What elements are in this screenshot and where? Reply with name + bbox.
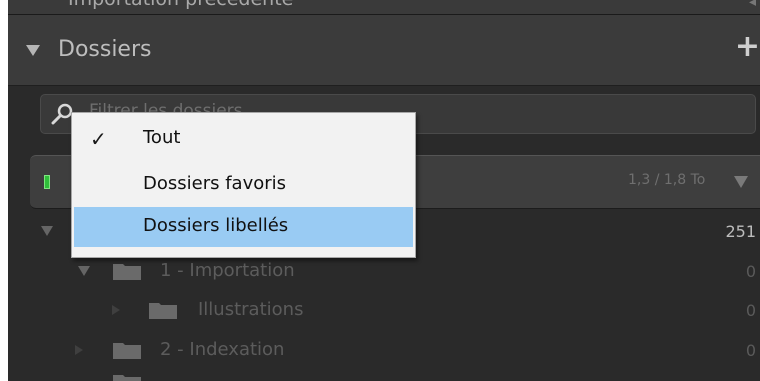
previous-import-header[interactable]: Importation précédente ◂ bbox=[8, 0, 760, 14]
folder-count: 0 bbox=[745, 301, 756, 320]
volume-menu-triangle-icon[interactable] bbox=[734, 176, 748, 188]
folder-count: 0 bbox=[745, 262, 756, 281]
folder-filter-menu: ✓ Tout Dossiers favoris Dossiers libellé… bbox=[71, 112, 416, 258]
check-icon: ✓ bbox=[90, 127, 107, 151]
tree-row[interactable] bbox=[8, 372, 760, 381]
left-margin bbox=[0, 0, 8, 381]
menu-item-tout[interactable]: ✓ Tout bbox=[74, 119, 413, 159]
folder-label: Illustrations bbox=[198, 299, 304, 320]
expand-triangle-icon[interactable] bbox=[78, 266, 90, 276]
expand-triangle-icon[interactable] bbox=[41, 226, 53, 236]
collapse-triangle-icon[interactable] bbox=[26, 45, 40, 56]
menu-item-label: Dossiers libellés bbox=[143, 215, 289, 236]
folder-icon bbox=[113, 264, 141, 280]
menu-item-dossiers-favoris[interactable]: Dossiers favoris bbox=[74, 165, 413, 205]
search-icon[interactable] bbox=[51, 103, 73, 125]
volume-size: 1,3 / 1,8 To bbox=[628, 172, 706, 188]
expand-triangle-icon[interactable] bbox=[112, 305, 120, 315]
menu-item-label: Dossiers favoris bbox=[143, 173, 287, 194]
folder-icon bbox=[113, 375, 141, 381]
previous-import-title: Importation précédente bbox=[68, 0, 293, 10]
folder-count: 251 bbox=[725, 222, 756, 241]
folder-icon bbox=[149, 303, 177, 319]
menu-item-dossiers-libelles[interactable]: Dossiers libellés bbox=[74, 207, 413, 247]
folder-count: 0 bbox=[745, 341, 756, 360]
folders-section-title: Dossiers bbox=[58, 37, 152, 62]
add-folder-button[interactable]: + bbox=[735, 29, 760, 64]
expand-triangle-icon[interactable] bbox=[75, 345, 83, 355]
tree-row[interactable]: Illustrations 0 bbox=[8, 291, 760, 329]
tree-row[interactable]: 2 - Indexation 0 bbox=[8, 331, 760, 369]
collapse-arrow-icon[interactable]: ◂ bbox=[749, 0, 756, 10]
volume-status-icon bbox=[44, 175, 50, 189]
folder-label: 2 - Indexation bbox=[160, 339, 285, 360]
menu-item-label: Tout bbox=[143, 127, 181, 148]
folder-label: 1 - Importation bbox=[160, 260, 295, 281]
folders-section-header[interactable]: Dossiers + bbox=[8, 14, 760, 86]
folder-icon bbox=[113, 343, 141, 359]
